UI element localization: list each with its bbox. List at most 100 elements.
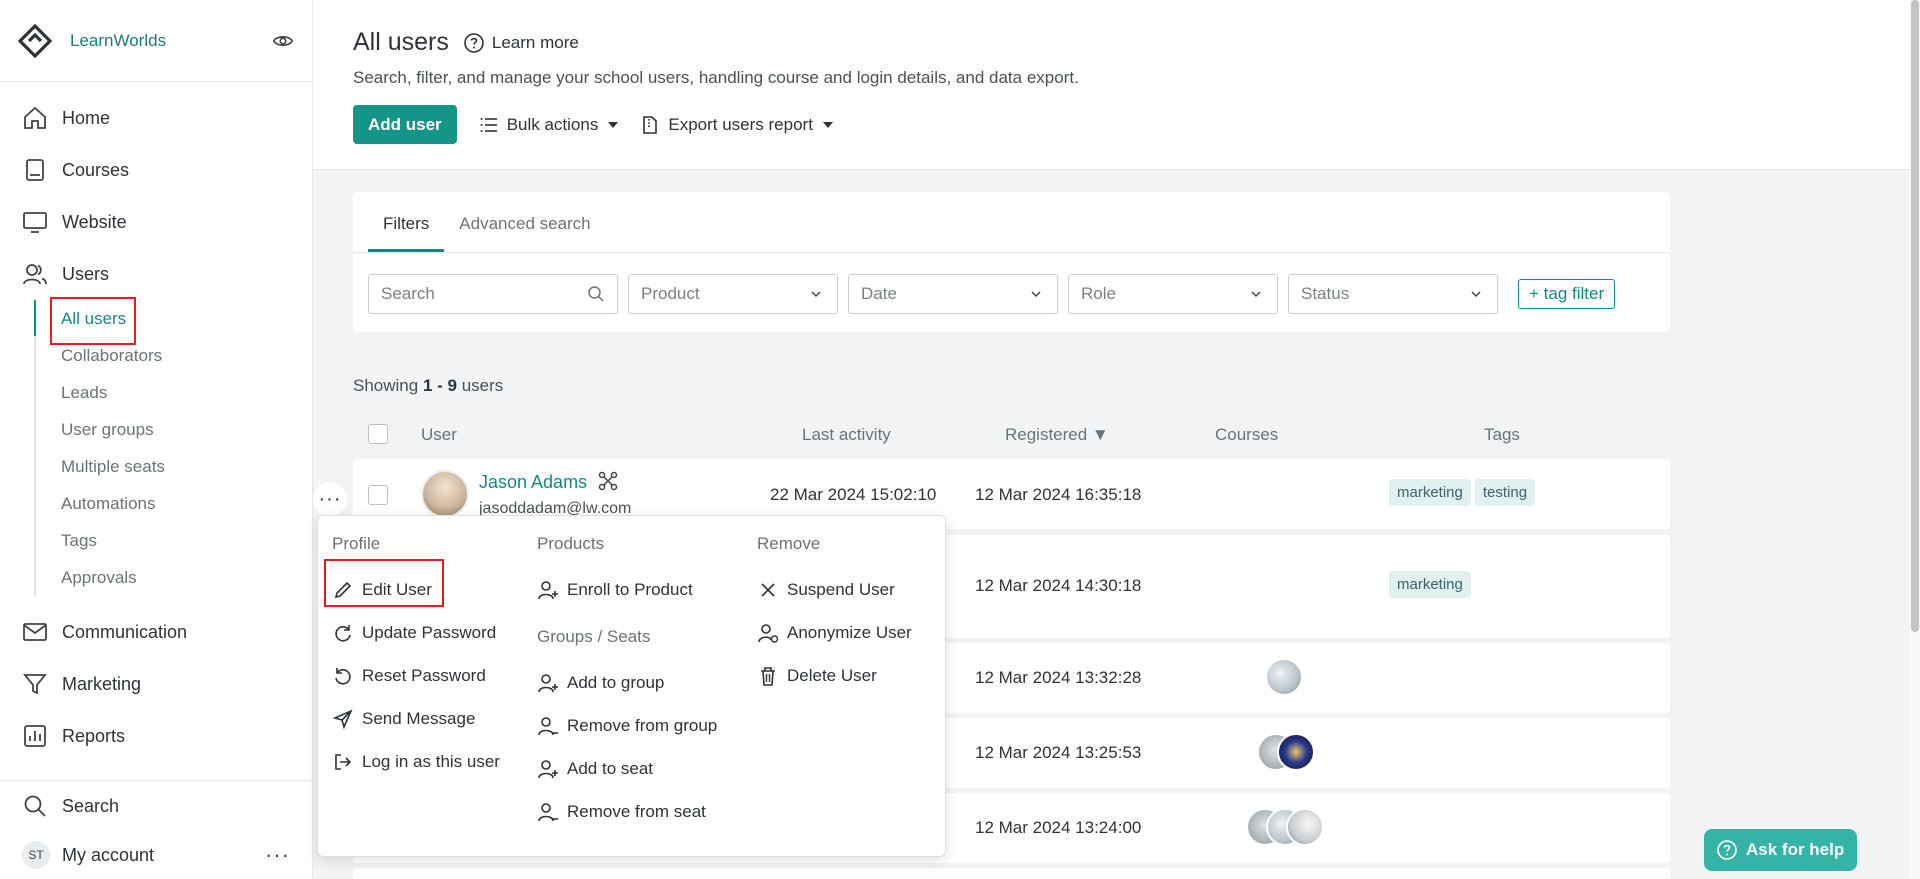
- ask-for-help-button[interactable]: Ask for help: [1704, 829, 1857, 871]
- menu-item-add-group[interactable]: Add to group: [537, 661, 717, 704]
- bulk-actions-dropdown[interactable]: Bulk actions: [479, 115, 619, 135]
- reset-icon: [335, 667, 351, 685]
- user-minus-icon: [538, 716, 558, 735]
- learn-more-label: Learn more: [491, 32, 579, 52]
- select-all-checkbox[interactable]: [368, 424, 388, 444]
- user-name[interactable]: Jason Adams: [479, 472, 587, 493]
- nav-item-users[interactable]: Users: [0, 248, 312, 300]
- scrollbar-thumb[interactable]: [1911, 0, 1919, 632]
- menu-item-delete[interactable]: Delete User: [757, 654, 912, 697]
- menu-item-remove-seat[interactable]: Remove from seat: [537, 790, 717, 833]
- showing-range: 1 - 9: [422, 376, 457, 395]
- export-report-label: Export users report: [668, 114, 813, 134]
- col-user[interactable]: User: [421, 425, 457, 445]
- chevron-down-icon: [1251, 291, 1261, 298]
- menu-item-anonymize[interactable]: Anonymize User: [757, 611, 912, 654]
- subnav-item-collaborators[interactable]: Collaborators: [34, 337, 312, 374]
- row-checkbox[interactable]: [368, 485, 388, 505]
- nav-label-communication: Communication: [62, 621, 188, 642]
- user-avatar: [421, 470, 469, 518]
- course-thumbnail[interactable]: [1277, 733, 1315, 771]
- subnav-item-automations[interactable]: Automations: [34, 485, 312, 522]
- bar-chart-icon: [24, 725, 46, 747]
- row-actions-button[interactable]: ···: [313, 482, 347, 516]
- add-tag-filter-button[interactable]: + tag filter: [1518, 279, 1616, 309]
- tag-testing[interactable]: testing: [1474, 479, 1536, 506]
- status-select[interactable]: Status: [1288, 274, 1498, 314]
- export-report-dropdown[interactable]: Export users report: [640, 115, 833, 135]
- col-last-activity[interactable]: Last activity: [802, 425, 891, 445]
- learnworlds-logo-icon[interactable]: [18, 23, 52, 58]
- subnav-item-multiple-seats[interactable]: Multiple seats: [34, 448, 312, 485]
- tag-marketing[interactable]: marketing: [1389, 479, 1471, 506]
- users-subnav: All users Collaborators Leads User group…: [34, 300, 312, 596]
- menu-header-products: Products: [537, 534, 605, 553]
- funnel-icon: [23, 674, 47, 695]
- menu-item-edit-user[interactable]: Edit User: [332, 568, 500, 611]
- menu-item-enroll[interactable]: Enroll to Product: [537, 568, 717, 611]
- menu-col-profile: Profile Edit User Update Password Reset …: [332, 534, 500, 783]
- sidebar-bottom: Search ST My account ···: [0, 780, 312, 879]
- col-courses[interactable]: Courses: [1215, 425, 1278, 445]
- date-select[interactable]: Date: [848, 274, 1058, 314]
- menu-item-send-message[interactable]: Send Message: [332, 697, 500, 740]
- login-icon: [335, 753, 352, 770]
- nav-item-website[interactable]: Website: [0, 196, 312, 248]
- col-registered[interactable]: Registered ▼: [1005, 425, 1109, 445]
- subnav-item-tags[interactable]: Tags: [34, 522, 312, 559]
- subnav-item-user-groups[interactable]: User groups: [34, 411, 312, 448]
- chevron-down-icon: [608, 121, 619, 128]
- more-options-icon[interactable]: ···: [265, 842, 290, 868]
- registered-date: 12 Mar 2024 14:30:18: [975, 576, 1142, 595]
- product-select[interactable]: Product: [628, 274, 838, 314]
- col-tags[interactable]: Tags: [1484, 425, 1520, 445]
- eye-icon[interactable]: [272, 30, 294, 52]
- menu-item-suspend[interactable]: Suspend User: [757, 568, 912, 611]
- course-thumbnail[interactable]: [1265, 658, 1303, 696]
- menu-item-login-as[interactable]: Log in as this user: [332, 740, 500, 783]
- user-plus-icon: [538, 673, 558, 692]
- zip-file-icon: [643, 115, 658, 134]
- nav-item-home[interactable]: Home: [0, 92, 312, 144]
- page-header: All users Learn more Search, filter, and…: [313, 0, 1920, 170]
- main-nav: Home Courses Website Users All users Col…: [0, 82, 312, 762]
- nav-item-marketing[interactable]: Marketing: [0, 658, 312, 710]
- search-input[interactable]: Search: [368, 274, 618, 314]
- subnav-item-approvals[interactable]: Approvals: [34, 559, 312, 596]
- course-thumbnail[interactable]: [1286, 808, 1324, 846]
- tag-marketing[interactable]: marketing: [1389, 571, 1471, 598]
- page-title: All users: [353, 28, 449, 56]
- menu-item-remove-group[interactable]: Remove from group: [537, 704, 717, 747]
- menu-item-update-password[interactable]: Update Password: [332, 611, 500, 654]
- subnav-item-all-users[interactable]: All users: [34, 300, 312, 337]
- subnav-item-leads[interactable]: Leads: [34, 374, 312, 411]
- tab-advanced-search[interactable]: Advanced search: [444, 214, 605, 252]
- table-row[interactable]: [353, 868, 1670, 879]
- nav-item-communication[interactable]: Communication: [0, 606, 312, 658]
- brand-name: LearnWorlds: [70, 30, 167, 50]
- nav-item-courses[interactable]: Courses: [0, 144, 312, 196]
- menu-label-enroll: Enroll to Product: [567, 579, 693, 599]
- refresh-icon: [335, 624, 351, 642]
- tab-filters[interactable]: Filters: [368, 214, 445, 252]
- home-icon: [24, 106, 46, 129]
- page-scrollbar[interactable]: [1910, 0, 1920, 879]
- search-icon: [24, 795, 46, 817]
- registered-date: 12 Mar 2024 16:35:18: [975, 485, 1142, 504]
- nav-item-search[interactable]: Search: [0, 781, 312, 831]
- nav-label-reports: Reports: [62, 725, 126, 746]
- nav-item-my-account[interactable]: ST My account ···: [0, 831, 312, 879]
- learn-more-link[interactable]: Learn more: [463, 32, 579, 54]
- nav-item-reports[interactable]: Reports: [0, 710, 312, 762]
- search-icon: [588, 286, 604, 302]
- page-subtitle: Search, filter, and manage your school u…: [353, 68, 1079, 87]
- registered-date: 12 Mar 2024 13:25:53: [975, 743, 1142, 762]
- menu-label-remove-seat: Remove from seat: [567, 801, 706, 821]
- menu-item-add-seat[interactable]: Add to seat: [537, 747, 717, 790]
- menu-col-remove: Remove Suspend User Anonymize User Delet…: [757, 534, 912, 697]
- tag-list: marketing: [1389, 571, 1475, 598]
- role-select[interactable]: Role: [1068, 274, 1278, 314]
- menu-header-groups: Groups / Seats: [537, 627, 651, 646]
- menu-item-reset-password[interactable]: Reset Password: [332, 654, 500, 697]
- add-user-button[interactable]: Add user: [353, 105, 457, 144]
